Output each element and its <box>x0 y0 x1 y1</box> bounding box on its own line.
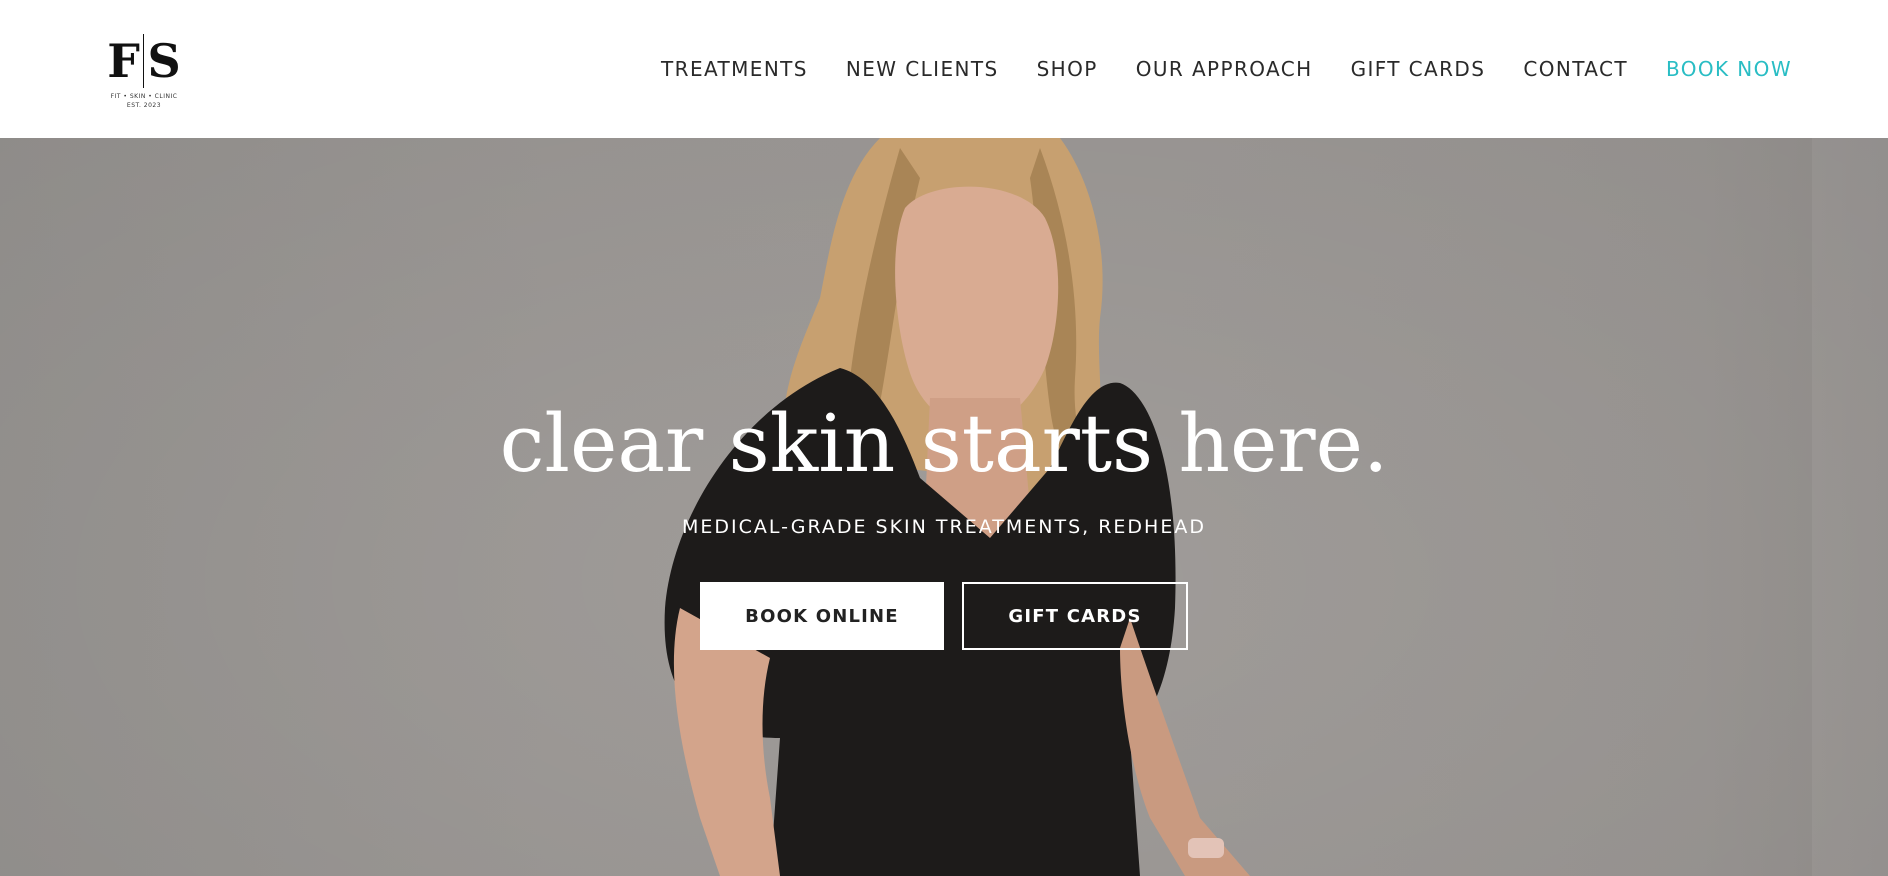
hero-content: clear skin starts here. MEDICAL-GRADE SK… <box>0 400 1888 650</box>
hero-button-group: BOOK ONLINE GIFT CARDS <box>0 582 1888 650</box>
logo-letter-s: S <box>147 34 181 88</box>
book-online-button[interactable]: BOOK ONLINE <box>700 582 944 650</box>
hero-section: clear skin starts here. MEDICAL-GRADE SK… <box>0 138 1888 876</box>
nav-item-contact[interactable]: CONTACT <box>1523 54 1628 84</box>
nav-item-gift-cards[interactable]: GIFT CARDS <box>1351 54 1486 84</box>
nav-item-treatments[interactable]: TREATMENTS <box>661 54 808 84</box>
logo-letter-f: F <box>107 34 140 88</box>
nav-item-book-now[interactable]: BOOK NOW <box>1666 54 1792 84</box>
main-navigation: TREATMENTS NEW CLIENTS SHOP OUR APPROACH… <box>661 54 1792 84</box>
logo-divider <box>142 34 145 88</box>
logo-established: EST. 2023 <box>126 102 162 109</box>
nav-item-our-approach[interactable]: OUR APPROACH <box>1136 54 1313 84</box>
logo-monogram: F S <box>104 34 184 88</box>
logo-tagline: FIT • SKIN • CLINIC <box>110 93 178 100</box>
nav-item-shop[interactable]: SHOP <box>1037 54 1098 84</box>
nav-item-new-clients[interactable]: NEW CLIENTS <box>846 54 999 84</box>
gift-cards-button[interactable]: GIFT CARDS <box>962 582 1188 650</box>
site-header: F S FIT • SKIN • CLINIC EST. 2023 TREATM… <box>0 0 1888 138</box>
site-logo[interactable]: F S FIT • SKIN • CLINIC EST. 2023 <box>104 34 184 110</box>
hero-title: clear skin starts here. <box>499 397 1389 490</box>
hero-subtitle: MEDICAL-GRADE SKIN TREATMENTS, REDHEAD <box>682 516 1206 538</box>
